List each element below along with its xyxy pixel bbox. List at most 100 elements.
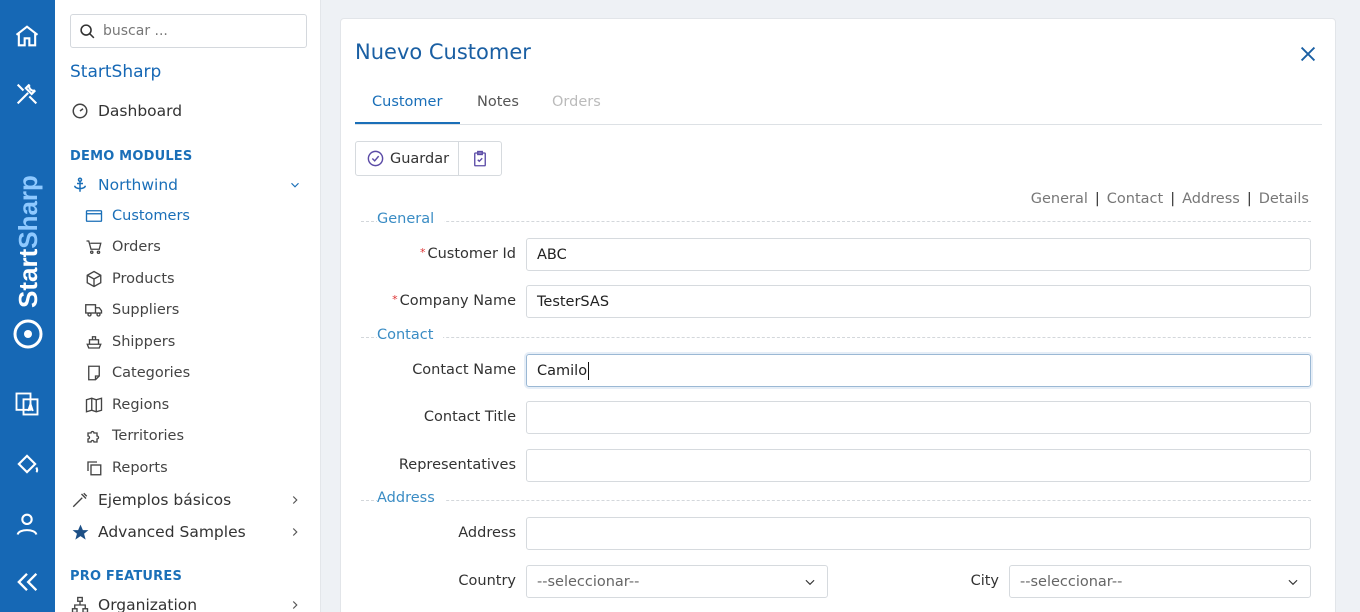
search-input[interactable]: buscar ... (70, 14, 307, 48)
truck-icon (84, 300, 104, 320)
section-pro-features: PRO FEATURES (70, 569, 183, 584)
sidebar-item-northwind[interactable]: Northwind (70, 175, 178, 195)
contact-name-label: Contact Name (412, 362, 516, 378)
sidebar-item-products[interactable]: Products (84, 269, 175, 289)
sidebar-item-label: Suppliers (112, 302, 180, 318)
active-tab-indicator (355, 122, 460, 124)
address-field[interactable] (526, 517, 1311, 550)
sidebar-item-organization[interactable]: Organization (70, 595, 197, 612)
sidebar-item-shippers[interactable]: Shippers (84, 332, 175, 352)
field-value: Camilo (537, 362, 588, 379)
company-name-field[interactable]: TesterSAS (526, 285, 1311, 318)
chevron-down-icon (1288, 579, 1298, 585)
sidebar-item-basic-samples[interactable]: Ejemplos básicos (70, 490, 231, 510)
select-value: --seleccionar-- (537, 573, 640, 590)
representatives-field[interactable] (526, 449, 1311, 482)
country-select[interactable]: --seleccionar-- (526, 565, 828, 598)
contact-title-label: Contact Title (423, 409, 516, 425)
tools-icon[interactable] (11, 78, 43, 110)
field-value: ABC (537, 246, 567, 263)
translate-icon[interactable] (11, 388, 43, 420)
category-links: General | Contact | Address | Details (1030, 191, 1309, 207)
sidebar-item-label: Products (112, 271, 175, 287)
sidebar-item-label: Northwind (98, 176, 178, 194)
select-value: --seleccionar-- (1020, 573, 1123, 590)
chevron-right-icon[interactable] (288, 598, 302, 612)
card-icon (84, 206, 104, 226)
tab-customer[interactable]: Customer (372, 94, 442, 110)
star-icon (70, 522, 90, 542)
category-link-address[interactable]: Address (1182, 191, 1240, 207)
collapse-icon[interactable] (11, 566, 43, 598)
text-caret (588, 361, 590, 380)
tab-notes[interactable]: Notes (477, 94, 519, 110)
sidebar-item-territories[interactable]: Territories (84, 426, 184, 446)
sidebar-item-label: Categories (112, 365, 191, 381)
dialog-tabs: Customer Notes Orders (355, 91, 1322, 125)
tab-orders: Orders (552, 94, 601, 110)
apply-changes-button[interactable] (459, 142, 501, 175)
ship-icon (84, 332, 104, 352)
field-label-text: Customer Id (427, 246, 516, 262)
sidebar-item-label: Shippers (112, 334, 176, 350)
city-label: City (970, 573, 999, 589)
user-icon[interactable] (11, 508, 43, 540)
sidebar-item-label: Orders (112, 239, 161, 255)
sidebar-item-customers[interactable]: Customers (84, 206, 190, 226)
sidebar-item-label: Ejemplos básicos (98, 491, 232, 509)
category-title: Contact (377, 327, 444, 343)
contact-name-field[interactable]: Camilo (526, 354, 1311, 387)
dialog-toolbar: Guardar (355, 141, 502, 176)
category-link-details[interactable]: Details (1259, 191, 1309, 207)
org-chart-icon (70, 595, 90, 612)
category-contact: Contact (361, 327, 1311, 347)
map-icon (84, 395, 104, 415)
customer-id-label: * Customer Id (341, 246, 516, 262)
field-value: TesterSAS (537, 293, 610, 310)
close-icon[interactable] (1297, 43, 1319, 65)
sidebar-item-suppliers[interactable]: Suppliers (84, 300, 179, 320)
required-mark: * (392, 293, 398, 306)
sidebar-item-label: Reports (112, 460, 168, 476)
customer-id-field[interactable]: ABC (526, 238, 1311, 271)
paint-bucket-icon[interactable] (11, 448, 43, 480)
puzzle-icon (84, 426, 104, 446)
sidebar-item-advanced-samples[interactable]: Advanced Samples (70, 522, 246, 542)
sidebar-item-dashboard[interactable]: Dashboard (70, 101, 182, 121)
cart-icon (84, 237, 104, 257)
anchor-icon (70, 175, 90, 195)
chevron-down-icon (805, 579, 815, 585)
company-name-label: * Company Name (341, 293, 516, 309)
save-button[interactable]: Guardar (356, 142, 459, 175)
representatives-label: Representatives (398, 457, 516, 473)
search-placeholder: buscar ... (103, 23, 168, 39)
sidebar-item-label: Customers (112, 208, 190, 224)
sidebar-item-regions[interactable]: Regions (84, 395, 169, 415)
sidebar-item-label: Regions (112, 397, 170, 413)
category-title: General (377, 211, 445, 227)
required-mark: * (419, 246, 426, 259)
home-icon[interactable] (11, 20, 43, 52)
contact-title-field[interactable] (526, 401, 1311, 434)
sidebar-item-label: Advanced Samples (98, 523, 246, 541)
chevron-right-icon[interactable] (288, 493, 302, 507)
category-link-contact[interactable]: Contact (1107, 191, 1163, 207)
city-select[interactable]: --seleccionar-- (1009, 565, 1311, 598)
svg-text:StartSharp: StartSharp (13, 175, 43, 308)
app-rail: StartSharp (0, 0, 55, 612)
box-icon (84, 269, 104, 289)
sidebar-item-label: Dashboard (98, 102, 183, 120)
sidebar-brand[interactable]: StartSharp (70, 62, 161, 82)
clipboard-check-icon (474, 150, 486, 166)
sidebar-item-orders[interactable]: Orders (84, 237, 161, 257)
field-label-text: Company Name (399, 293, 516, 309)
category-link-general[interactable]: General (1031, 191, 1088, 207)
chevron-right-icon[interactable] (288, 525, 302, 539)
search-icon (80, 23, 95, 38)
check-circle-icon (367, 150, 384, 167)
sidebar-item-reports[interactable]: Reports (84, 458, 168, 478)
chevron-down-icon[interactable] (288, 178, 302, 192)
save-button-label: Guardar (390, 150, 450, 167)
sidebar-item-categories[interactable]: Categories (84, 363, 190, 383)
country-label: Country (458, 573, 516, 589)
